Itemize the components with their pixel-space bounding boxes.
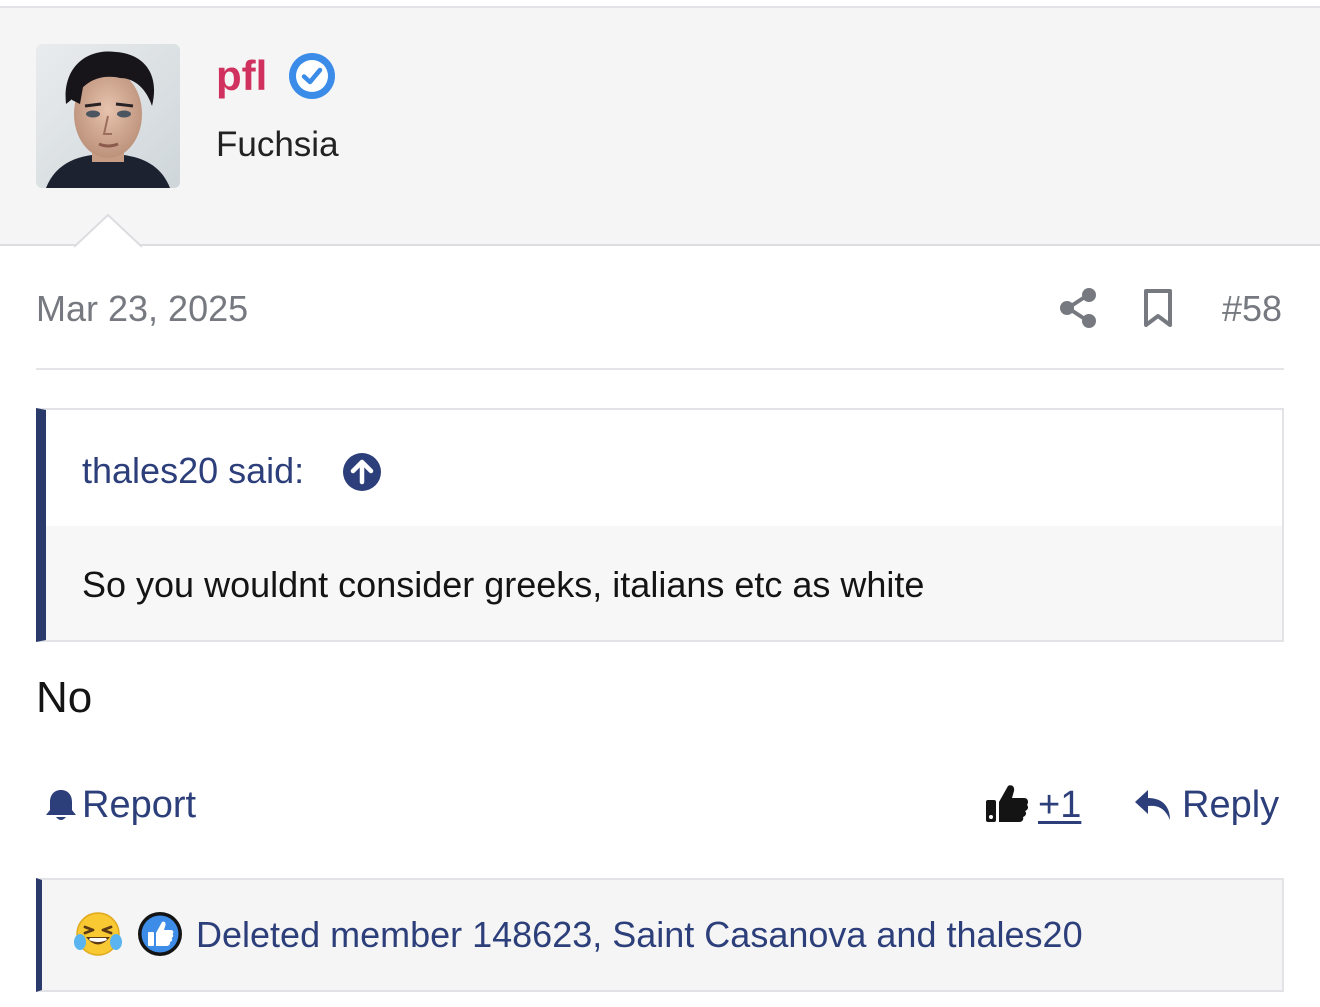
reaction-members-link[interactable]: Deleted member 148623, Saint Casanova an… (196, 914, 1083, 956)
share-icon[interactable] (1058, 287, 1098, 329)
quote-author[interactable]: thales20 said: (82, 450, 304, 492)
reactions-bar: Deleted member 148623, Saint Casanova an… (36, 878, 1284, 992)
bookmark-icon[interactable] (1141, 288, 1175, 328)
reply-button[interactable]: Reply (1134, 782, 1279, 828)
reply-arrow-icon (1135, 790, 1170, 820)
post-divider (36, 368, 1284, 370)
quote-header: thales20 said: (46, 410, 1282, 526)
username-link[interactable]: pfl (216, 50, 267, 102)
post-date[interactable]: Mar 23, 2025 (36, 288, 248, 330)
like-count[interactable]: +1 (1038, 782, 1081, 828)
jump-to-quote-icon[interactable] (342, 452, 382, 492)
verified-check-icon (289, 53, 335, 99)
reply-label: Reply (1182, 783, 1280, 826)
like-reaction-icon (138, 912, 182, 956)
avatar-portrait-icon (36, 44, 180, 188)
post-number-link[interactable]: #58 (1222, 288, 1282, 330)
laughing-tears-emoji-icon (74, 912, 122, 956)
avatar[interactable] (36, 44, 180, 188)
report-button[interactable]: Report (44, 782, 196, 828)
bell-icon (46, 790, 76, 820)
quote-block: thales20 said: So you wouldnt consider g… (36, 408, 1284, 642)
thumbs-up-icon[interactable] (984, 780, 1030, 826)
quote-text: So you wouldnt consider greeks, italians… (82, 564, 925, 605)
user-title: Fuchsia (216, 125, 339, 164)
post-body: No (36, 673, 93, 722)
user-header: pfl Fuchsia (0, 8, 1320, 246)
report-label: Report (82, 783, 197, 826)
header-pointer-arrow (74, 214, 142, 248)
